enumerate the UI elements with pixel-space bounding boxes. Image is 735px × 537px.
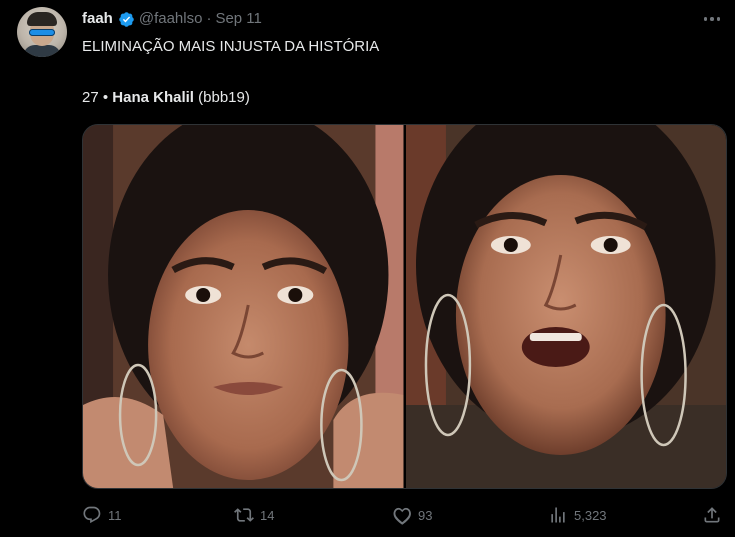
share-icon xyxy=(704,507,720,523)
line2-prefix: 27 • xyxy=(82,89,113,106)
line2-suffix: (bbb19) xyxy=(193,89,250,106)
tweet-text-line2: 27 • Hana Khalil (bbb19) xyxy=(82,88,250,108)
avatar[interactable] xyxy=(17,7,67,57)
tweet-text: ELIMINAÇÃO MAIS INJUSTA DA HISTÓRIA xyxy=(82,37,722,57)
tweet-date[interactable]: Sep 11 xyxy=(215,9,261,29)
tweet-actions: 11 14 93 5,323 xyxy=(82,501,725,529)
heart-icon xyxy=(393,507,411,525)
reply-count: 11 xyxy=(108,507,122,523)
separator-dot: · xyxy=(206,10,212,27)
views-count: 5,323 xyxy=(574,507,607,523)
author-handle[interactable]: @faahlso xyxy=(139,9,203,29)
author-name[interactable]: faah xyxy=(82,9,113,29)
tweet-card: faah @faahlso · Sep 11 ELIMINAÇÃO MAIS I… xyxy=(0,0,735,537)
reply-icon xyxy=(83,506,101,524)
retweet-icon xyxy=(234,508,254,522)
like-count: 93 xyxy=(418,507,433,523)
media-image-left[interactable] xyxy=(83,125,404,488)
like-button[interactable]: 93 xyxy=(392,501,432,529)
more-options-icon[interactable] xyxy=(703,10,720,28)
media-image-right[interactable] xyxy=(405,125,726,488)
views-button[interactable]: 5,323 xyxy=(548,501,607,529)
retweet-button[interactable]: 14 xyxy=(234,501,274,529)
share-button[interactable] xyxy=(702,501,722,529)
retweet-count: 14 xyxy=(260,507,275,523)
reply-button[interactable]: 11 xyxy=(82,501,122,529)
tweet-header: faah @faahlso · Sep 11 xyxy=(82,9,262,29)
tweet-media xyxy=(82,124,727,489)
verified-badge-icon xyxy=(118,11,135,28)
views-chart-icon xyxy=(551,507,565,523)
tweet-text-line1: ELIMINAÇÃO MAIS INJUSTA DA HISTÓRIA xyxy=(82,38,380,55)
line2-bold-name: Hana Khalil xyxy=(112,89,194,106)
